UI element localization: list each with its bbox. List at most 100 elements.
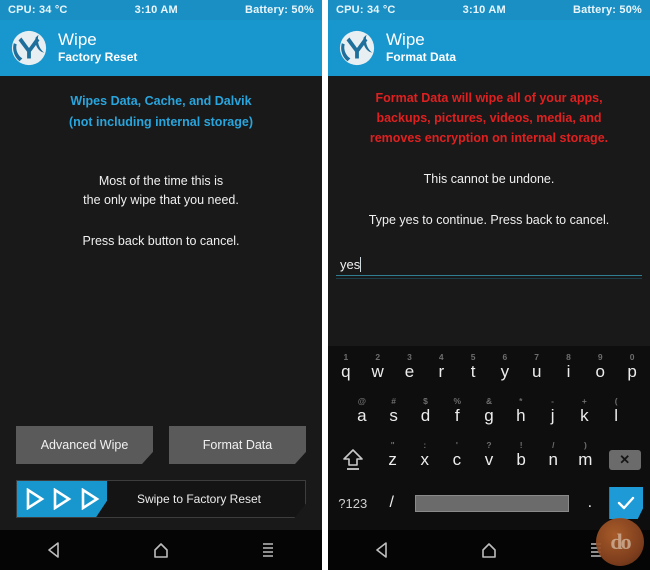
wipe-advice-line-2: the only wipe that you need. [83,193,239,207]
key-k[interactable]: + k [568,394,600,438]
left-status-bar: CPU: 34 °C 3:10 AM Battery: 50% [0,0,322,20]
left-info-block: Wipes Data, Cache, and Dalvik (not inclu… [0,76,322,251]
key-h-superscript: * [519,396,523,406]
back-button[interactable] [33,537,75,563]
key-x-superscript: : [423,440,427,450]
left-screen-body: Wipes Data, Cache, and Dalvik (not inclu… [0,76,322,530]
key-g[interactable]: & g [473,394,505,438]
key-n-label: n [548,450,558,469]
confirmation-input-row[interactable]: yes [336,256,642,275]
key-d[interactable]: $ d [410,394,442,438]
key-c-superscript: ' [455,440,458,450]
left-action-area: Advanced Wipe Format Data Swipe to Facto… [0,426,322,530]
backspace-key[interactable]: ✕ [601,438,648,482]
twrp-logo-icon [339,30,375,66]
text-cursor [360,257,362,272]
key-b[interactable]: ! b [505,438,537,482]
twrp-logo-icon [11,30,47,66]
key-t[interactable]: 5t [457,350,489,394]
key-v-label: v [484,450,494,469]
space-key[interactable] [408,482,575,524]
on-screen-keyboard: 1q 2w 3e 4r 5t 6y 7u 8i 9o 0p @ a # s $ d %… [328,346,650,530]
format-warning-line-1: Format Data will wipe all of your apps, [375,91,603,105]
type-yes-instruction: Type yes to continue. Press back to canc… [368,213,610,227]
key-j[interactable]: -j [537,394,569,438]
key-d-superscript: $ [423,396,428,406]
key-m-label: m [578,450,593,469]
key-w-superscript: 2 [375,352,381,362]
wipe-scope-line-1: Wipes Data, Cache, and Dalvik [70,94,252,108]
key-z[interactable]: " z [377,438,409,482]
checkmark-icon [617,496,635,510]
keyboard-row-3: " z :x ' c ? v ! b / n ) m ✕ [330,438,648,482]
key-c[interactable]: ' c [441,438,473,482]
home-button[interactable] [468,537,510,563]
key-m[interactable]: ) m [569,438,601,482]
right-page-subtitle: Format Data [386,50,457,65]
back-button[interactable] [361,537,403,563]
confirmation-input-wrapper[interactable]: yes [336,256,642,279]
site-watermark-logo: do [596,518,644,566]
right-status-bar: CPU: 34 °C 3:10 AM Battery: 50% [328,0,650,20]
key-v[interactable]: ? v [473,438,505,482]
key-q[interactable]: 1q [330,350,362,394]
key-a[interactable]: @ a [346,394,378,438]
key-y-superscript: 6 [502,352,508,362]
swipe-arrow-1-icon [26,488,44,510]
key-d-label: d [420,406,431,425]
key-m-superscript: ) [583,440,587,450]
home-button[interactable] [140,537,182,563]
wipe-cancel-hint: Press back button to cancel. [82,234,240,248]
period-key[interactable]: . [575,482,604,524]
key-f[interactable]: % f [441,394,473,438]
key-j-superscript: - [551,396,554,406]
format-warning-line-2: backups, pictures, videos, media, and [376,111,602,125]
key-u[interactable]: 7u [521,350,553,394]
key-g-label: g [484,406,494,425]
key-y[interactable]: 6y [489,350,521,394]
key-o-superscript: 9 [597,352,603,362]
shift-key[interactable] [330,438,377,482]
key-e[interactable]: 3e [394,350,426,394]
swipe-arrow-handle[interactable] [17,481,107,517]
key-s-superscript: # [391,396,397,406]
enter-key[interactable] [604,482,648,524]
key-b-superscript: ! [519,440,523,450]
key-r[interactable]: 4r [425,350,457,394]
key-n[interactable]: / n [537,438,569,482]
slash-key[interactable]: / [375,482,408,524]
left-header-text: Wipe Factory Reset [58,30,137,66]
left-app-header: Wipe Factory Reset [0,20,322,76]
key-s[interactable]: # s [378,394,410,438]
confirmation-input-value[interactable]: yes [336,257,360,275]
advanced-wipe-button[interactable]: Advanced Wipe [16,426,153,464]
key-t-label: t [470,362,476,381]
key-o[interactable]: 9o [584,350,616,394]
key-z-label: z [388,450,397,469]
right-page-title: Wipe [386,29,425,49]
key-l-superscript: ( [614,396,618,406]
right-screen-format-data: CPU: 34 °C 3:10 AM Battery: 50% Wipe For… [328,0,650,570]
key-w[interactable]: 2w [362,350,394,394]
home-house-icon [154,543,168,558]
key-v-superscript: ? [486,440,492,450]
spacebar-bar [414,494,569,512]
key-w-label: w [371,362,384,381]
key-p[interactable]: 0p [616,350,648,394]
key-g-superscript: & [485,396,493,406]
key-h[interactable]: * h [505,394,537,438]
swipe-to-factory-reset-slider[interactable]: Swipe to Factory Reset [16,480,306,518]
screenshot-stage: CPU: 34 °C 3:10 AM Battery: 50% Wipe Fac… [0,0,650,570]
recents-button[interactable] [247,537,289,563]
key-i[interactable]: 8i [553,350,585,394]
key-q-label: q [341,362,351,381]
symbols-toggle-key[interactable]: ?123 [330,482,375,524]
key-j-label: j [550,406,555,425]
format-data-button[interactable]: Format Data [169,426,306,464]
key-y-label: y [500,362,510,381]
key-x[interactable]: :x [409,438,441,482]
left-navigation-bar [0,530,322,570]
keyboard-row-4: ?123 / . [330,482,648,524]
key-l[interactable]: (l [600,394,632,438]
key-c-label: c [452,450,462,469]
